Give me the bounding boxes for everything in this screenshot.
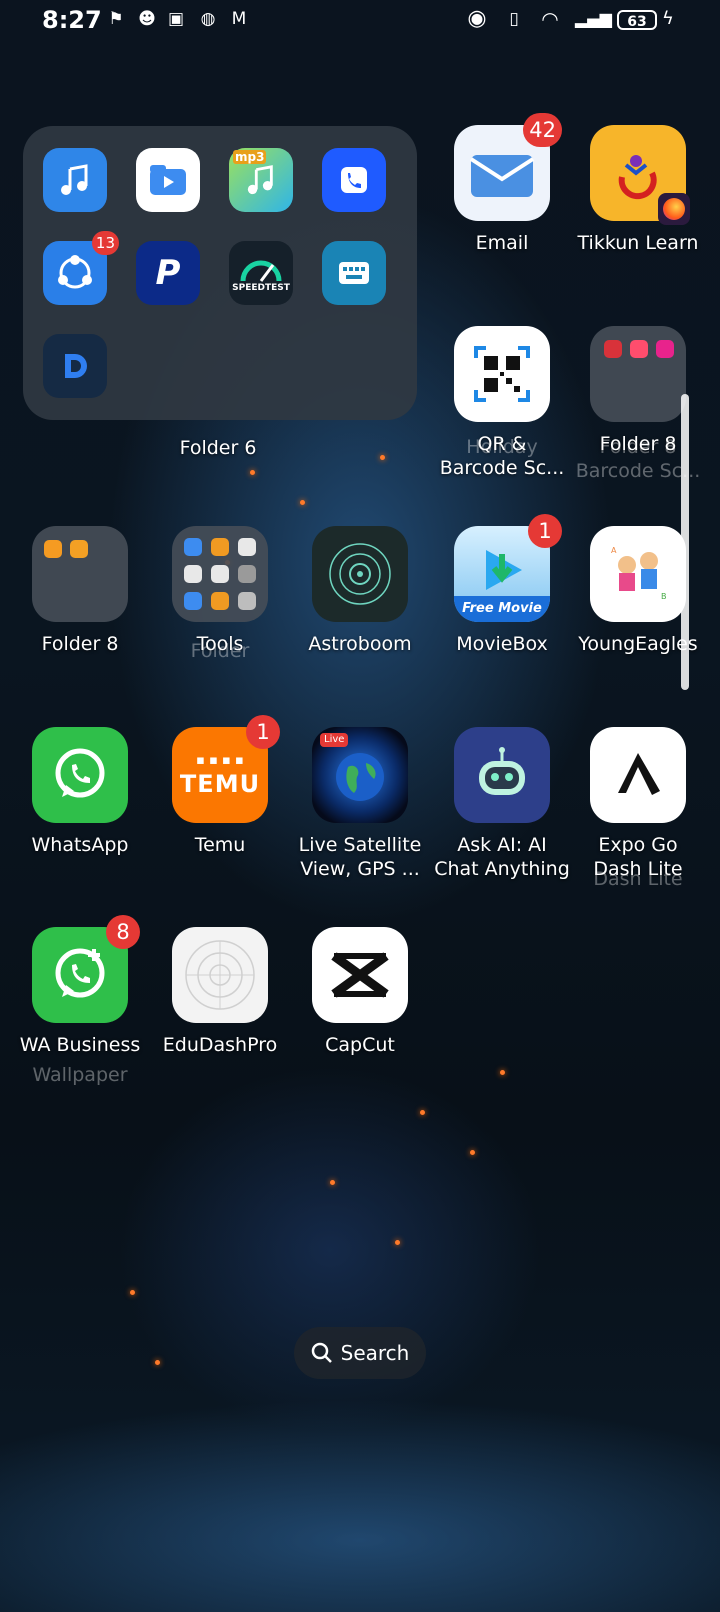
email-app[interactable]: 42 Email — [432, 113, 572, 315]
speedtest-app-icon[interactable]: SPEEDTEST — [229, 241, 293, 305]
app-label: Temu — [194, 834, 246, 856]
tikkun-learn-app[interactable]: Tikkun Learn — [568, 125, 708, 315]
temu-icon: ▪ ▪ ▪ ▪ TEMU 1 — [172, 715, 280, 823]
wa-business-icon: 8 — [32, 915, 140, 1023]
app-label: Email — [475, 232, 529, 254]
app-label: WA Business — [19, 1034, 141, 1056]
search-label: Search — [340, 1341, 410, 1365]
notification-badge: 1 — [528, 514, 562, 548]
expo-icon — [590, 727, 686, 823]
app-label: Tikkun Learn — [577, 232, 699, 254]
paypal-app-icon[interactable]: P — [136, 241, 200, 305]
app-label: Live Satellite View, GPS ... — [298, 834, 422, 880]
gmail-icon: M — [231, 9, 247, 29]
moviebox-app[interactable]: Free Movie 1 MovieBox — [432, 514, 572, 716]
flag-icon: ⚑ — [108, 9, 124, 29]
ghost-label: Holiday — [466, 436, 538, 458]
clock: 8:27 — [42, 6, 102, 34]
tools-folder[interactable]: Tools — [150, 526, 290, 716]
tikkun-learn-icon — [590, 125, 690, 225]
app-label: CapCut — [325, 1034, 395, 1056]
ghost-label: Wallpaper — [32, 1064, 128, 1086]
moviebox-icon: Free Movie 1 — [454, 514, 562, 622]
search-icon — [311, 1342, 332, 1363]
notification-badge: 1 — [246, 715, 280, 749]
app-label: MovieBox — [456, 633, 548, 655]
battery-indicator: 63 — [617, 10, 657, 30]
young-eagles-icon: AB — [590, 526, 686, 622]
signal-icon: ▂▄▆ — [575, 9, 612, 28]
music-app-icon[interactable] — [43, 148, 107, 212]
app-label: EduDashPro — [162, 1034, 278, 1056]
folder-6-panel[interactable]: mp3 13 P SPEEDTEST — [23, 126, 417, 420]
wifi-icon: ◠ — [541, 7, 559, 31]
app-label: WhatsApp — [31, 834, 129, 856]
live-satellite-app[interactable]: Live Live Satellite View, GPS ... — [290, 727, 430, 917]
vibrate-icon: ▯ — [509, 9, 519, 29]
eye-icon: ◉ — [467, 6, 487, 31]
folder-8[interactable]: Folder 8 — [10, 526, 150, 716]
astroboom-app[interactable]: Astroboom — [290, 526, 430, 716]
whatsapp-icon — [32, 727, 128, 823]
temu-app[interactable]: ▪ ▪ ▪ ▪ TEMU 1 Temu — [150, 715, 290, 917]
capcut-icon — [312, 927, 408, 1023]
app-label: Astroboom — [308, 633, 412, 655]
earth-icon: Live — [312, 727, 408, 823]
notification-badge: 8 — [106, 915, 140, 949]
svg-text:A: A — [611, 546, 617, 555]
temu-icon: ▣ — [167, 9, 185, 29]
folder-6-label: Folder 6 — [179, 437, 257, 459]
status-bar: 8:27 ⚑ ☻ ▣ ◍ M ◉ ▯ ◠ ▂▄▆ 63 ϟ — [0, 0, 720, 44]
astroboom-icon — [312, 526, 408, 622]
app-label: Folder 8 — [41, 633, 119, 655]
shareit-app-icon[interactable]: 13 — [43, 231, 119, 305]
charging-icon: ϟ — [662, 8, 674, 29]
search-button[interactable]: Search — [294, 1327, 426, 1379]
files-app-icon[interactable] — [136, 148, 200, 212]
edudash-icon — [172, 927, 268, 1023]
firefox-icon — [658, 193, 690, 225]
wa-business-app[interactable]: 8 WA Business — [10, 915, 150, 1117]
scrollbar[interactable] — [681, 394, 689, 690]
ghost-label: Dash Lite — [593, 868, 683, 890]
svg-text:B: B — [661, 592, 667, 601]
robot-icon — [454, 727, 550, 823]
folder-icon — [590, 326, 686, 422]
folder-icon — [32, 526, 128, 622]
ghost-label: Folder — [190, 640, 250, 662]
email-icon: 42 — [454, 113, 562, 221]
keyboard-app-icon[interactable] — [322, 241, 386, 305]
whatsapp-app[interactable]: WhatsApp — [10, 727, 150, 917]
app-label: Ask AI: AI Chat Anything — [434, 834, 570, 880]
d-app-icon[interactable] — [43, 334, 107, 398]
globe-icon: ◍ — [200, 9, 216, 29]
ask-ai-app[interactable]: Ask AI: AI Chat Anything — [432, 727, 572, 917]
qr-barcode-app[interactable]: QR & Barcode Sc... — [432, 326, 572, 516]
phone-app-icon[interactable] — [322, 148, 386, 212]
qr-code-icon — [454, 326, 550, 422]
mp3-app-icon[interactable]: mp3 — [229, 148, 293, 212]
folder-icon — [172, 526, 268, 622]
capcut-app[interactable]: CapCut — [290, 927, 430, 1117]
edudashpro-app[interactable]: EduDashPro — [150, 927, 290, 1117]
notification-badge: 42 — [523, 113, 562, 147]
face-icon: ☻ — [138, 9, 156, 29]
notification-badge: 13 — [91, 231, 119, 255]
